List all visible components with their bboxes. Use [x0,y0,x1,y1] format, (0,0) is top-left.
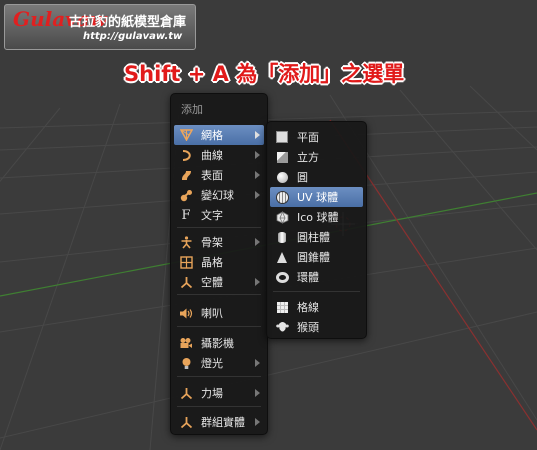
uv-sphere-icon [275,190,289,204]
camera-icon [179,336,193,350]
mesh-icon [179,128,193,142]
circle-icon [275,170,289,184]
cylinder-icon [275,230,289,244]
mesh-item-cylinder[interactable]: 圓柱體 [270,227,363,247]
menu-item-label: 空體 [201,276,223,289]
armature-icon [179,235,193,249]
menu-item-curve[interactable]: 曲線 [174,145,264,165]
empty-icon [179,275,193,289]
menu-item-speaker[interactable]: 喇叭 [174,303,264,323]
menu-divider [177,326,261,327]
menu-item-label: 圓錐體 [297,251,330,264]
menu-item-armature[interactable]: 骨架 [174,232,264,252]
menu-item-label: 群組實體 [201,416,245,429]
lattice-icon [179,255,193,269]
menu-item-text[interactable]: F 文字 [174,205,264,225]
group-instance-icon [179,415,193,429]
add-menu-title: 添加 [181,103,203,116]
mesh-item-circle[interactable]: 圓 [270,167,363,187]
menu-divider [177,227,261,228]
mesh-submenu: 平面 立方 圓 UV 球體 Ico 球體 圓柱體 圓錐體 環體 格線 猴頭 [266,121,367,339]
cone-icon [275,250,289,264]
submenu-arrow-icon [255,278,260,286]
mesh-item-cone[interactable]: 圓錐體 [270,247,363,267]
menu-item-label: 文字 [201,209,223,222]
logo-title: 古拉豹的紙模型倉庫 [69,15,187,30]
submenu-arrow-icon [255,389,260,397]
cube-icon [275,150,289,164]
menu-item-label: 曲線 [201,149,223,162]
submenu-arrow-icon [255,238,260,246]
monkey-icon [275,320,289,334]
submenu-arrow-icon [255,171,260,179]
submenu-arrow-icon [255,359,260,367]
menu-item-label: 環體 [297,271,319,284]
watermark-logo: Gulavaw 古拉豹的紙模型倉庫 http://gulavaw.tw [4,4,196,50]
menu-item-label: 平面 [297,131,319,144]
mesh-item-uv-sphere[interactable]: UV 球體 [270,187,363,207]
menu-item-label: 圓 [297,171,308,184]
menu-item-label: 格線 [297,301,319,314]
speaker-icon [179,306,193,320]
submenu-arrow-icon [255,418,260,426]
submenu-arrow-icon [255,191,260,199]
submenu-arrow-icon [255,131,260,139]
menu-item-label: 燈光 [201,357,223,370]
add-menu: 添加 網格 曲線 表面 變幻球 F 文字 骨架 晶格 空體 喇叭 攝影機 燈光 … [170,93,268,435]
grid-icon [275,300,289,314]
menu-item-label: UV 球體 [297,191,339,204]
mesh-item-ico-sphere[interactable]: Ico 球體 [270,207,363,227]
torus-icon [275,270,289,284]
menu-item-label: 喇叭 [201,307,223,320]
lamp-icon [179,356,193,370]
menu-item-camera[interactable]: 攝影機 [174,333,264,353]
mesh-item-cube[interactable]: 立方 [270,147,363,167]
logo-url: http://gulavaw.tw [83,31,183,42]
ico-sphere-icon [275,210,289,224]
menu-item-label: 攝影機 [201,337,234,350]
menu-divider [177,406,261,407]
menu-item-label: 變幻球 [201,189,234,202]
menu-item-lattice[interactable]: 晶格 [174,252,264,272]
menu-item-label: 力場 [201,387,223,400]
caption-text: Shift + A 為「添加」之選單 [124,62,405,86]
menu-item-label: 立方 [297,151,319,164]
surface-icon [179,168,193,182]
menu-divider [177,294,261,295]
menu-item-empty[interactable]: 空體 [174,272,264,292]
menu-divider [273,291,360,292]
mesh-item-grid[interactable]: 格線 [270,297,363,317]
metaball-icon [179,188,193,202]
menu-item-surface[interactable]: 表面 [174,165,264,185]
menu-item-label: 骨架 [201,236,223,249]
plane-icon [275,130,289,144]
menu-item-group-instance[interactable]: 群組實體 [174,412,264,432]
submenu-arrow-icon [255,151,260,159]
mesh-item-plane[interactable]: 平面 [270,127,363,147]
menu-item-label: 圓柱體 [297,231,330,244]
menu-item-lamp[interactable]: 燈光 [174,353,264,373]
menu-item-label: 網格 [201,129,223,142]
menu-item-label: 猴頭 [297,321,319,334]
text-icon: F [181,207,191,223]
force-field-icon [179,386,193,400]
mesh-item-monkey[interactable]: 猴頭 [270,317,363,337]
menu-item-label: 晶格 [201,256,223,269]
menu-item-force-field[interactable]: 力場 [174,383,264,403]
menu-divider [177,376,261,377]
curve-icon [179,148,193,162]
menu-item-label: 表面 [201,169,223,182]
mesh-item-torus[interactable]: 環體 [270,267,363,287]
menu-item-mesh[interactable]: 網格 [174,125,264,145]
menu-item-label: Ico 球體 [297,211,339,224]
menu-item-metaball[interactable]: 變幻球 [174,185,264,205]
